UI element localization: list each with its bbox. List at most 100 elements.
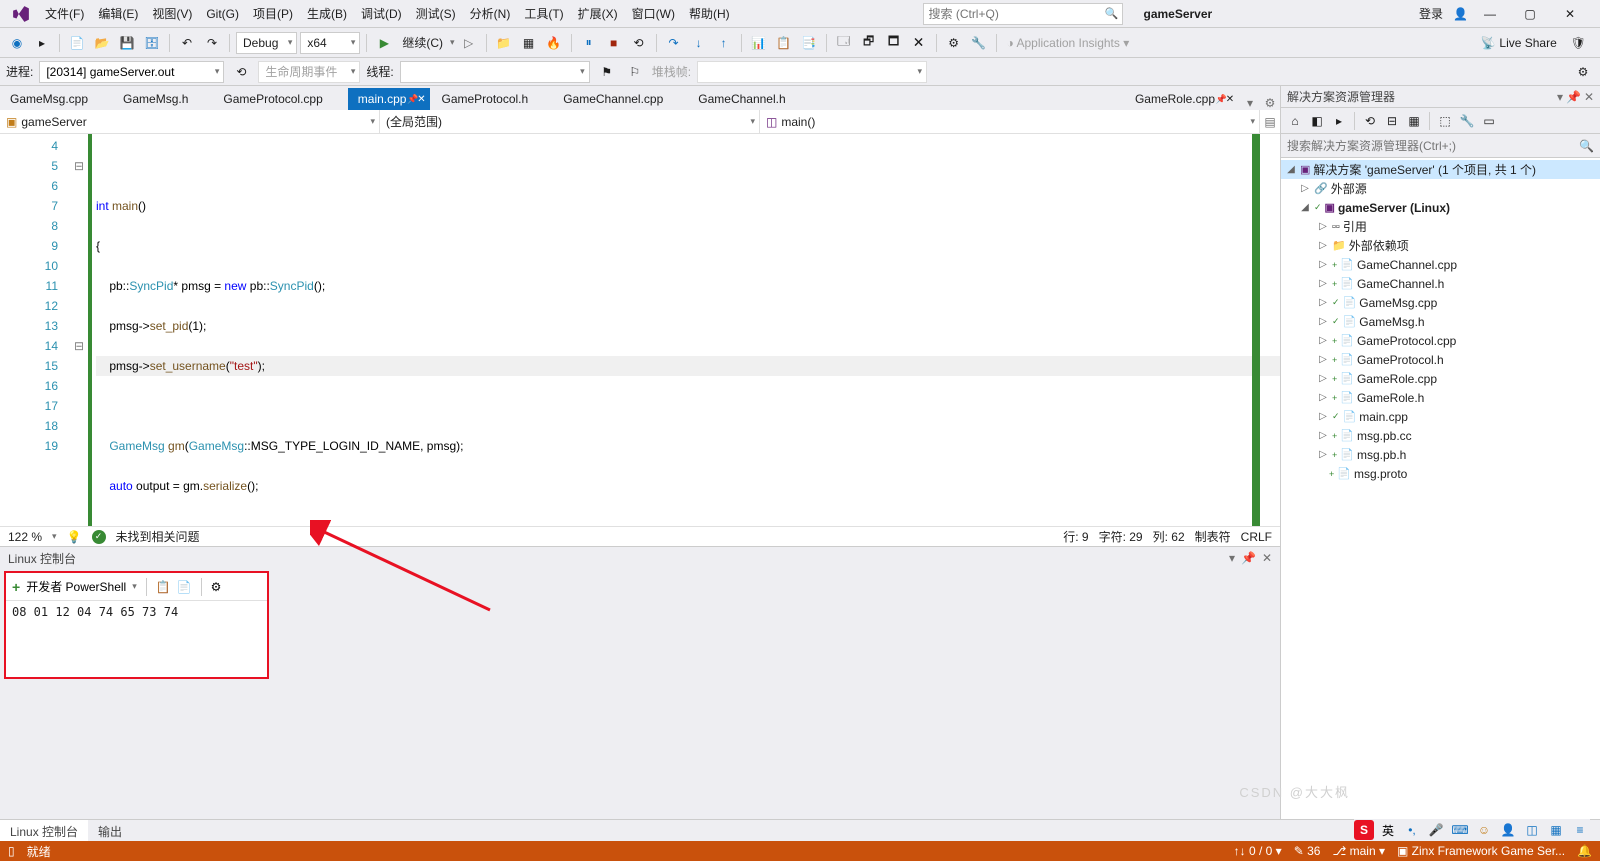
tb-icon-6[interactable]: 🗖 (883, 32, 905, 54)
tb-icon-4[interactable]: 🗔 (833, 32, 855, 54)
git-sync[interactable]: ↑↓ 0 / 0 ▾ (1234, 844, 1282, 858)
col-indicator[interactable]: 列: 62 (1153, 528, 1185, 545)
nav-fwd-icon[interactable]: ▸ (31, 32, 53, 54)
menu-file[interactable]: 文件(F) (38, 1, 91, 26)
nav-back-icon[interactable]: ◉ (6, 32, 28, 54)
menu-edit[interactable]: 编辑(E) (91, 1, 145, 26)
tb-icon-7[interactable]: 🗙 (908, 32, 930, 54)
menu-project[interactable]: 项目(P) (246, 1, 300, 26)
menu-build[interactable]: 生成(B) (300, 1, 354, 26)
menu-extensions[interactable]: 扩展(X) (571, 1, 625, 26)
tab-gamemsg-h[interactable]: GameMsg.h (113, 88, 212, 110)
tab-gamerole-cpp[interactable]: GameRole.cpp📌✕ (1125, 88, 1239, 110)
tab-dropdown-icon[interactable]: ▾ (1240, 96, 1260, 110)
properties-icon[interactable]: ⬚ (1435, 111, 1455, 131)
live-share-button[interactable]: 📡 Live Share 🛡 (1472, 36, 1594, 50)
tree-file[interactable]: ▷+📄GameChannel.cpp (1281, 255, 1600, 274)
copy-icon[interactable]: 📋 (156, 580, 171, 594)
line-indicator[interactable]: 行: 9 (1063, 528, 1088, 545)
save-all-icon[interactable]: 🗄 (141, 32, 163, 54)
tree-file[interactable]: ▷+📄GameProtocol.cpp (1281, 331, 1600, 350)
toolbar-overflow-icon[interactable]: ⚙ (1572, 61, 1594, 83)
tree-file[interactable]: ▷+📄msg.pb.cc (1281, 426, 1600, 445)
tree-file[interactable]: ▷+📄GameChannel.h (1281, 274, 1600, 293)
tab-main-cpp[interactable]: main.cpp📌✕ (348, 88, 431, 110)
step-over-icon[interactable]: ↷ (663, 32, 685, 54)
save-icon[interactable]: 💾 (116, 32, 138, 54)
tab-gamechannel-cpp[interactable]: GameChannel.cpp (553, 88, 687, 110)
tree-file[interactable]: ▷✓📄GameMsg.cpp (1281, 293, 1600, 312)
step-out-icon[interactable]: ↑ (713, 32, 735, 54)
dropdown-icon[interactable]: ▾ (1557, 90, 1563, 104)
step-into-icon[interactable]: ↓ (688, 32, 710, 54)
stop-icon[interactable]: ■ (603, 32, 625, 54)
folder-icon[interactable]: 📁 (493, 32, 515, 54)
hint-icon[interactable]: 💡 (67, 530, 82, 544)
menu-analyze[interactable]: 分析(N) (463, 1, 518, 26)
tab-gamemsg-cpp[interactable]: GameMsg.cpp (0, 88, 112, 110)
close-icon[interactable]: ✕ (414, 94, 428, 105)
tree-refs[interactable]: ▷▫▫引用 (1281, 217, 1600, 236)
hot-reload-icon[interactable]: 🔥 (543, 32, 565, 54)
search-input[interactable] (928, 7, 1104, 21)
dropdown-icon[interactable]: ▾ (1229, 551, 1235, 565)
redo-icon[interactable]: ↷ (201, 32, 223, 54)
tb-icon-8[interactable]: ⚙ (943, 32, 965, 54)
toggle-icon[interactable]: ▸ (1329, 111, 1349, 131)
paste-icon[interactable]: 📄 (177, 580, 192, 594)
menu-debug[interactable]: 调试(D) (354, 1, 409, 26)
play-icon[interactable]: ▶ (373, 32, 395, 54)
search-box[interactable]: 🔍 (923, 3, 1123, 25)
tab-gameprotocol-h[interactable]: GameProtocol.h (431, 88, 552, 110)
code-editor[interactable]: 45678910111213141516171819 ⊟⊟ int main()… (0, 134, 1280, 526)
platform-dropdown[interactable]: x64 (300, 32, 360, 54)
tree-file[interactable]: ▷+📄GameRole.cpp (1281, 369, 1600, 388)
ime-menu-icon[interactable]: ≡ (1570, 820, 1590, 840)
sidebar-search-input[interactable] (1287, 139, 1579, 153)
lifecycle-dropdown[interactable]: 生命周期事件 (258, 61, 360, 83)
ime-skin-icon[interactable]: ◫ (1522, 820, 1542, 840)
ime-voice-icon[interactable]: 🎤 (1426, 820, 1446, 840)
sln-icon[interactable]: ◧ (1307, 111, 1327, 131)
menu-help[interactable]: 帮助(H) (682, 1, 737, 26)
git-repo[interactable]: ▣ Zinx Framework Game Ser... (1397, 844, 1565, 858)
close-icon[interactable]: ✕ (1584, 90, 1594, 104)
grid-icon[interactable]: ▦ (518, 32, 540, 54)
cycle-icon[interactable]: ⟲ (230, 61, 252, 83)
thread-dropdown[interactable] (400, 61, 590, 83)
minimize-button[interactable]: — (1472, 4, 1508, 24)
ime-lang[interactable]: 英 (1378, 820, 1398, 840)
open-icon[interactable]: 📂 (91, 32, 113, 54)
bell-icon[interactable]: 🔔 (1577, 844, 1592, 858)
tree-file[interactable]: ▷✓📄main.cpp (1281, 407, 1600, 426)
sogou-icon[interactable]: S (1354, 820, 1374, 840)
ime-keyboard-icon[interactable]: ⌨ (1450, 820, 1470, 840)
char-indicator[interactable]: 字符: 29 (1099, 528, 1143, 545)
tb-icon-3[interactable]: 📑 (798, 32, 820, 54)
no-debug-icon[interactable]: ▷ (458, 32, 480, 54)
nav-file-dropdown[interactable]: (全局范围) (380, 110, 760, 133)
app-insights-label[interactable]: ◑ Application Insights ▾ (1003, 36, 1134, 50)
nav-func-dropdown[interactable]: ◫main() (760, 110, 1260, 133)
tree-ext-deps[interactable]: ▷📁外部依赖项 (1281, 236, 1600, 255)
tree-solution[interactable]: ◢▣解决方案 'gameServer' (1 个项目, 共 1 个) (1281, 160, 1600, 179)
ime-emoji-icon[interactable]: ☺ (1474, 820, 1494, 840)
git-pending[interactable]: ✎ 36 (1294, 844, 1321, 858)
outline-column[interactable]: ⊟⊟ (70, 134, 88, 526)
ime-punct-icon[interactable]: •, (1402, 820, 1422, 840)
process-dropdown[interactable]: [20314] gameServer.out (39, 61, 224, 83)
close-icon[interactable]: ✕ (1223, 94, 1237, 105)
menu-window[interactable]: 窗口(W) (625, 1, 682, 26)
code-content[interactable]: int main() { pb::SyncPid* pmsg = new pb:… (88, 134, 1280, 526)
tb-icon-5[interactable]: 🗗 (858, 32, 880, 54)
maximize-button[interactable]: ▢ (1512, 4, 1548, 24)
tree-file[interactable]: ▷+📄GameProtocol.h (1281, 350, 1600, 369)
nav-scope-dropdown[interactable]: ▣gameServer (0, 110, 380, 133)
menu-view[interactable]: 视图(V) (145, 1, 199, 26)
pin-icon[interactable]: 📌 (1566, 90, 1581, 104)
lineendings-indicator[interactable]: CRLF (1241, 530, 1272, 544)
tree-file[interactable]: +📄msg.proto (1281, 464, 1600, 483)
menu-git[interactable]: Git(G) (199, 3, 246, 25)
tab-gamechannel-h[interactable]: GameChannel.h (688, 88, 809, 110)
gear-icon[interactable]: ⚙ (1260, 96, 1280, 110)
